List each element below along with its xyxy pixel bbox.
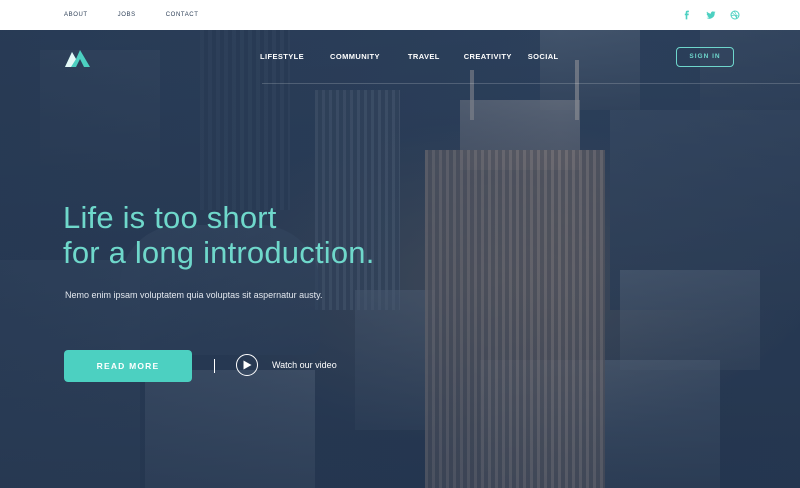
hero-section: LIFESTYLE COMMUNITY TRAVEL CREATIVITY SO… (0, 30, 800, 488)
nav-item-social[interactable]: SOCIAL (528, 52, 559, 61)
social-links (668, 10, 740, 20)
hero-headline: Life is too short for a long introductio… (63, 200, 375, 270)
headline-line-1: Life is too short (63, 200, 277, 235)
top-links: ABOUT JOBS CONTACT (64, 12, 229, 18)
play-video-button[interactable] (236, 354, 258, 376)
nav-divider (262, 83, 800, 84)
top-link-jobs[interactable]: JOBS (118, 12, 136, 18)
play-icon (243, 360, 252, 370)
top-link-contact[interactable]: CONTACT (166, 12, 199, 18)
top-link-about[interactable]: ABOUT (64, 12, 88, 18)
brand-logo[interactable] (64, 48, 92, 68)
facebook-icon[interactable] (682, 10, 692, 20)
nav-item-lifestyle[interactable]: LIFESTYLE (260, 52, 304, 61)
headline-line-2: for a long introduction. (63, 235, 375, 270)
nav-item-community[interactable]: COMMUNITY (330, 52, 380, 61)
sign-in-button[interactable]: SIGN IN (676, 47, 734, 67)
separator (214, 359, 215, 373)
nav-item-creativity[interactable]: CREATIVITY (464, 52, 512, 61)
watch-video-link[interactable]: Watch our video (272, 360, 337, 370)
twitter-icon[interactable] (706, 10, 716, 20)
read-more-button[interactable]: READ MORE (64, 350, 192, 382)
hero-subtext: Nemo enim ipsam voluptatem quia voluptas… (65, 290, 323, 300)
main-nav: LIFESTYLE COMMUNITY TRAVEL CREATIVITY SO… (260, 52, 559, 61)
top-utility-bar: ABOUT JOBS CONTACT (0, 0, 800, 30)
dribbble-icon[interactable] (730, 10, 740, 20)
nav-item-travel[interactable]: TRAVEL (408, 52, 440, 61)
